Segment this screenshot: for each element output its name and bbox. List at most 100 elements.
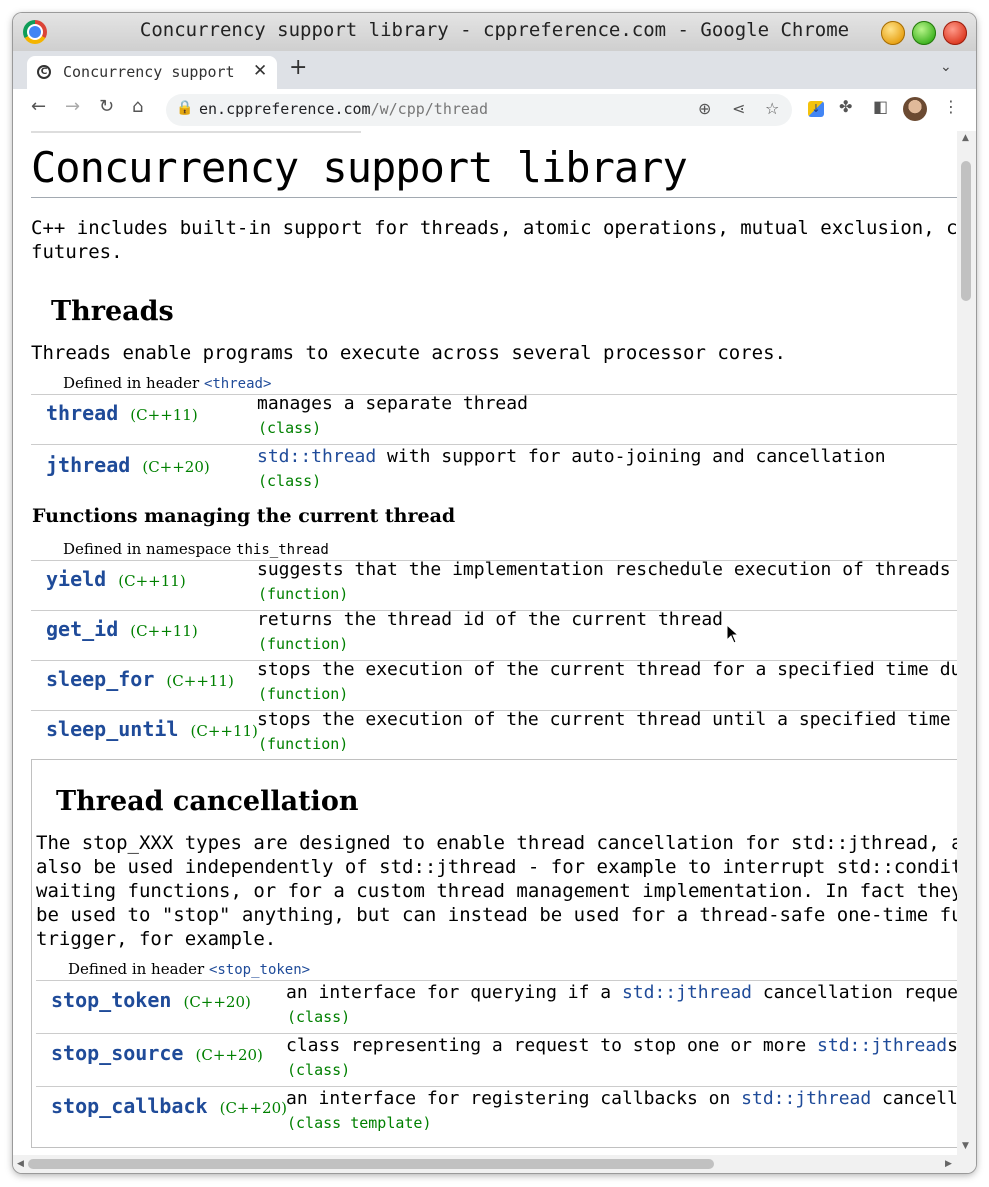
cancellation-p1: The stop_XXX types are designed to enabl… [36, 832, 957, 854]
tab-concurrency[interactable]: C Concurrency support ✕ [27, 56, 277, 89]
tab-strip: C Concurrency support ✕ [13, 51, 976, 89]
thread-name[interactable]: thread [46, 401, 118, 425]
reload-icon[interactable]: ↻ [99, 96, 114, 117]
sleep-for-kind: (function) [258, 685, 349, 703]
scroll-down-icon[interactable]: ▼ [962, 1141, 969, 1151]
stop-token-kind: (class) [287, 1008, 351, 1026]
close-window-button[interactable] [943, 21, 967, 45]
stop-callback-desc: an interface for registering callbacks o… [286, 1088, 957, 1109]
sleep-until-link[interactable]: sleep_until (C++11) [46, 717, 258, 741]
header-thread-link[interactable]: <thread> [204, 376, 271, 392]
get-id-desc: returns the thread id of the current thr… [257, 609, 723, 630]
download-extension-icon[interactable]: ↓ [808, 101, 824, 117]
std-jthread-link[interactable]: std::jthread [622, 982, 752, 1003]
tab-close-icon[interactable]: ✕ [253, 61, 267, 81]
desc-text: cancell [871, 1088, 957, 1109]
version-badge: (C++20) [183, 993, 251, 1011]
zoom-icon[interactable]: ⊕ [698, 99, 711, 118]
desc-text: cancellation reques [752, 982, 957, 1003]
menu-kebab-icon[interactable]: ⋮ [943, 97, 959, 116]
thread-kind: (class) [258, 419, 322, 437]
row-divider [31, 444, 957, 445]
top-fragment-divider [31, 131, 361, 133]
minimize-button[interactable] [881, 21, 905, 45]
cancellation-heading: Thread cancellation [56, 786, 359, 817]
intro-line-2: futures. [31, 241, 123, 263]
stop-callback-link[interactable]: stop_callback (C++20) [51, 1094, 287, 1118]
get-id-kind: (function) [258, 635, 349, 653]
stop-source-name[interactable]: stop_source [51, 1041, 183, 1065]
vertical-scroll-thumb[interactable] [961, 161, 971, 301]
extensions-puzzle-icon[interactable]: ✤ [839, 97, 852, 116]
stop-source-kind: (class) [287, 1061, 351, 1079]
lock-icon[interactable]: 🔒 [176, 100, 193, 116]
vertical-scrollbar[interactable]: ▲ ▼ [957, 131, 976, 1155]
sleep-for-link[interactable]: sleep_for (C++11) [46, 667, 234, 691]
get-id-name[interactable]: get_id [46, 617, 118, 641]
get-id-link[interactable]: get_id (C++11) [46, 617, 198, 641]
version-badge: (C++11) [190, 722, 258, 740]
sleep-until-desc: stops the execution of the current threa… [257, 709, 957, 730]
stop-source-desc: class representing a request to stop one… [286, 1035, 957, 1056]
profile-avatar[interactable] [903, 97, 927, 121]
row-divider [36, 980, 957, 981]
cancellation-defined-in: Defined in header <stop_token> [68, 960, 310, 978]
std-jthread-link[interactable]: std::jthread [741, 1088, 871, 1109]
bookmark-star-icon[interactable]: ☆ [765, 99, 779, 118]
jthread-link[interactable]: jthread (C++20) [46, 453, 210, 477]
stop-token-desc: an interface for querying if a std::jthr… [286, 982, 957, 1003]
new-tab-button[interactable]: + [289, 55, 307, 80]
share-icon[interactable]: ⋖ [732, 99, 745, 118]
desc-text: an interface for registering callbacks o… [286, 1088, 742, 1109]
version-badge: (C++11) [166, 672, 234, 690]
std-thread-link[interactable]: std::thread [257, 446, 376, 467]
horizontal-scrollbar[interactable]: ◀ ▶ [13, 1155, 976, 1173]
yield-link[interactable]: yield (C++11) [46, 567, 186, 591]
tab-title: Concurrency support [63, 63, 235, 81]
home-icon[interactable]: ⌂ [132, 96, 143, 117]
desc-text: s [947, 1035, 957, 1056]
stop-callback-name[interactable]: stop_callback [51, 1094, 208, 1118]
url-text[interactable]: en.cppreference.com/w/cpp/thread [199, 100, 488, 118]
jthread-name[interactable]: jthread [46, 453, 130, 477]
scroll-right-icon[interactable]: ▶ [945, 1159, 952, 1169]
forward-icon[interactable]: → [65, 96, 80, 117]
std-jthread-link[interactable]: std::jthread [817, 1035, 947, 1056]
version-badge: (C++20) [219, 1099, 287, 1117]
version-badge: (C++11) [130, 622, 198, 640]
back-icon[interactable]: ← [31, 96, 46, 117]
functions-defined-in: Defined in namespace this_thread [63, 540, 329, 558]
page-content: Concurrency support library C++ includes… [13, 131, 957, 1155]
cancellation-p2: also be used independently of std::jthre… [36, 856, 957, 878]
jthread-kind: (class) [258, 472, 322, 490]
mouse-cursor-icon [726, 624, 740, 644]
version-badge: (C++20) [142, 458, 210, 476]
sleep-for-name[interactable]: sleep_for [46, 667, 154, 691]
jthread-desc: std::thread with support for auto-joinin… [257, 446, 886, 467]
address-bar[interactable]: 🔒 en.cppreference.com/w/cpp/thread ⊕ ⋖ ☆ [166, 94, 792, 126]
tab-search-icon[interactable]: ⌄ [940, 59, 952, 75]
window-title: Concurrency support library - cppreferen… [139, 19, 850, 41]
horizontal-scroll-thumb[interactable] [28, 1159, 714, 1169]
functions-heading: Functions managing the current thread [32, 505, 456, 527]
url-host: en.cppreference.com [199, 100, 371, 118]
defined-prefix: Defined in header [68, 960, 209, 978]
stop-token-link[interactable]: stop_token (C++20) [51, 988, 251, 1012]
cancellation-p4: be used to "stop" anything, but can inst… [36, 904, 957, 926]
title-divider [31, 197, 957, 198]
header-stop-token-link[interactable]: <stop_token> [209, 962, 310, 978]
sleep-until-kind: (function) [258, 735, 349, 753]
title-bar: Concurrency support library - cppreferen… [13, 13, 976, 51]
scroll-up-icon[interactable]: ▲ [962, 133, 969, 143]
sleep-until-name[interactable]: sleep_until [46, 717, 178, 741]
thread-link[interactable]: thread (C++11) [46, 401, 198, 425]
yield-kind: (function) [258, 585, 349, 603]
browser-window: Concurrency support library - cppreferen… [13, 13, 976, 1173]
yield-name[interactable]: yield [46, 567, 106, 591]
jthread-desc-text: with support for auto-joining and cancel… [376, 446, 886, 467]
stop-source-link[interactable]: stop_source (C++20) [51, 1041, 263, 1065]
maximize-button[interactable] [912, 21, 936, 45]
side-panel-icon[interactable]: ◧ [873, 97, 888, 116]
stop-token-name[interactable]: stop_token [51, 988, 171, 1012]
scroll-left-icon[interactable]: ◀ [17, 1159, 24, 1169]
